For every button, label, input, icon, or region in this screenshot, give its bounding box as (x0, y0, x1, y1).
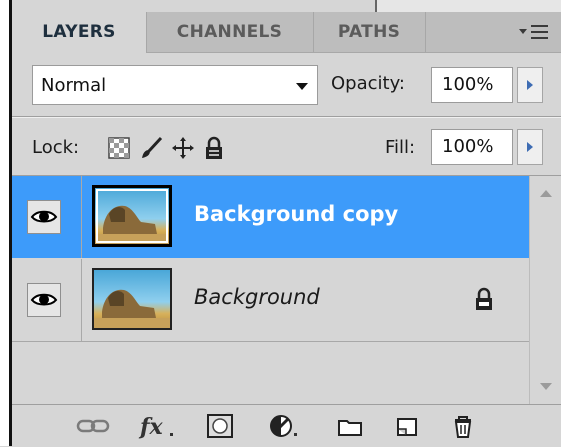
lock-position-icon[interactable] (171, 136, 195, 160)
opacity-slider-button[interactable] (517, 67, 543, 103)
layer-thumbnail (92, 268, 172, 330)
delete-layer-icon[interactable] (449, 413, 477, 439)
opacity-input[interactable]: 100% (431, 67, 513, 103)
scroll-down-arrow-icon[interactable] (540, 383, 552, 390)
layer-mask-icon[interactable] (206, 413, 234, 439)
svg-text:fx: fx (138, 414, 163, 439)
sphinx-thumbnail-image (94, 289, 170, 328)
blend-mode-select[interactable]: Normal (32, 65, 318, 105)
fill-input[interactable]: 100% (431, 129, 513, 165)
visibility-toggle[interactable] (27, 200, 61, 234)
fill-label: Fill: (385, 137, 416, 158)
lock-image-pixels-icon[interactable] (139, 136, 163, 160)
layers-panel: LAYERS CHANNELS PATHS Normal Opacity: 10… (12, 12, 561, 447)
link-layers-icon[interactable] (76, 413, 110, 439)
visibility-cell (12, 259, 82, 341)
eye-icon (30, 210, 58, 223)
layer-row-background-copy[interactable]: Background copy (12, 176, 529, 258)
panel-tabs: LAYERS CHANNELS PATHS (12, 12, 561, 53)
canvas-edge (0, 0, 9, 446)
layer-name: Background copy (194, 202, 399, 226)
layer-name: Background (194, 285, 320, 309)
visibility-cell (12, 176, 82, 258)
layer-locked-icon (476, 287, 492, 310)
layers-toolbar: fx (12, 404, 561, 447)
visibility-toggle[interactable] (27, 283, 61, 317)
layers-scrollbar[interactable] (529, 176, 561, 404)
tab-paths[interactable]: PATHS (313, 12, 426, 52)
lock-all-icon[interactable] (202, 136, 226, 160)
fill-slider-button[interactable] (517, 129, 543, 165)
lock-transparent-pixels-icon[interactable] (107, 136, 131, 160)
chevron-down-icon (296, 83, 308, 90)
tab-channels[interactable]: CHANNELS (146, 12, 314, 52)
lock-label: Lock: (32, 137, 80, 158)
scroll-up-arrow-icon[interactable] (540, 190, 552, 197)
group-folder-icon[interactable] (336, 413, 364, 439)
opacity-label: Opacity: (331, 73, 405, 94)
adjustment-layer-icon[interactable] (268, 413, 302, 439)
eye-icon (30, 293, 58, 306)
upper-panel-edge (375, 0, 561, 12)
divider (12, 117, 561, 118)
blend-mode-value: Normal (41, 75, 107, 96)
panel-menu-icon[interactable] (519, 23, 549, 41)
fx-icon[interactable]: fx (138, 413, 178, 439)
layer-row-background[interactable]: Background (12, 259, 529, 342)
tab-layers[interactable]: LAYERS (12, 12, 147, 53)
sphinx-thumbnail-image (95, 205, 169, 244)
new-layer-icon[interactable] (393, 413, 421, 439)
layer-thumbnail (92, 185, 172, 247)
